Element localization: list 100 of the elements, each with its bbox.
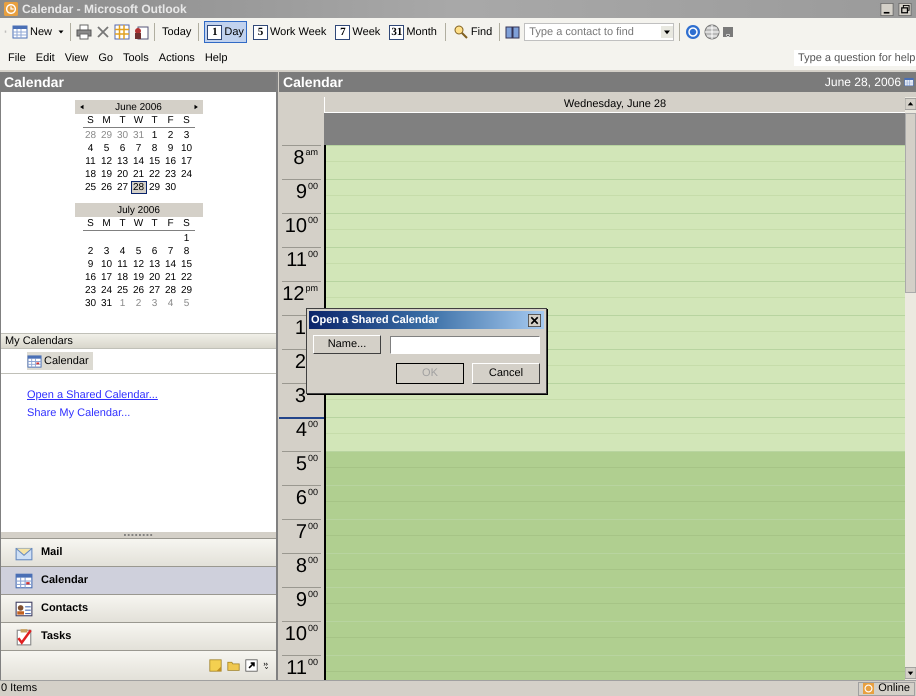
day-cell[interactable]: 13	[114, 155, 130, 168]
day-cell[interactable]: 6	[146, 245, 162, 258]
day-cell[interactable]: 27	[114, 181, 130, 194]
day-cell[interactable]: 22	[146, 168, 162, 181]
view-button[interactable]: 31 Month	[386, 21, 440, 43]
nav-button[interactable]: Calendar	[1, 566, 276, 594]
menu-item[interactable]: Actions	[158, 50, 195, 66]
day-cell[interactable]: 5	[98, 142, 114, 155]
day-cell[interactable]: 4	[114, 245, 130, 258]
day-cell[interactable]: 9	[82, 258, 98, 271]
day-cell[interactable]: 31	[130, 129, 146, 142]
scroll-thumb[interactable]	[905, 113, 916, 293]
address-card-icon[interactable]	[133, 24, 150, 40]
nav-button[interactable]: Tasks	[1, 622, 276, 650]
day-cell[interactable]: 15	[178, 258, 194, 271]
day-cell[interactable]: 17	[98, 271, 114, 284]
day-cell[interactable]: 25	[114, 284, 130, 297]
toolbar-button[interactable]: New	[10, 21, 54, 43]
close-icon[interactable]	[527, 314, 542, 326]
day-cell[interactable]: 20	[114, 168, 130, 181]
printer-icon[interactable]	[76, 24, 92, 40]
shortcut-icon[interactable]	[245, 659, 258, 672]
day-cell[interactable]: 30	[162, 181, 178, 194]
calendar-icon[interactable]	[904, 76, 914, 88]
day-cell[interactable]: 7	[162, 245, 178, 258]
day-cell[interactable]: 19	[130, 271, 146, 284]
folder-icon[interactable]	[227, 659, 240, 672]
menu-item[interactable]: Help	[204, 50, 228, 66]
day-cell[interactable]: 30	[82, 297, 98, 310]
day-cell[interactable]: 19	[98, 168, 114, 181]
day-cell[interactable]: 14	[130, 155, 146, 168]
day-cell[interactable]: 3	[98, 245, 114, 258]
day-cell[interactable]: 28	[130, 181, 146, 194]
day-cell[interactable]: 13	[146, 258, 162, 271]
day-cell[interactable]: 2	[162, 129, 178, 142]
day-cell[interactable]: 6	[114, 142, 130, 155]
name-input-field[interactable]	[390, 336, 540, 354]
day-cell[interactable]: 16	[82, 271, 98, 284]
day-cell[interactable]: 29	[146, 181, 162, 194]
previous-month-icon[interactable]	[78, 103, 84, 111]
menu-item[interactable]: Go	[98, 50, 114, 66]
day-cell[interactable]: 23	[82, 284, 98, 297]
day-cell[interactable]: 9	[162, 142, 178, 155]
view-button[interactable]: 7 Week	[332, 21, 384, 43]
scroll-down-icon[interactable]	[905, 666, 916, 680]
day-cell[interactable]: 5	[130, 245, 146, 258]
scroll-up-icon[interactable]	[905, 97, 916, 111]
day-cell[interactable]: 31	[98, 297, 114, 310]
globe-icon[interactable]	[704, 24, 720, 40]
day-cell[interactable]: 11	[82, 155, 98, 168]
day-cell[interactable]: 4	[82, 142, 98, 155]
name-button[interactable]: Name...	[313, 335, 381, 354]
restore-icon[interactable]	[898, 2, 912, 16]
day-cell[interactable]: 16	[162, 155, 178, 168]
day-cell[interactable]: 18	[114, 271, 130, 284]
day-cell[interactable]: 1	[178, 232, 194, 245]
nav-button[interactable]: Mail	[1, 538, 276, 566]
day-cell[interactable]: 10	[178, 142, 194, 155]
day-cell[interactable]: 21	[162, 271, 178, 284]
time-slot[interactable]	[326, 281, 905, 315]
day-cell[interactable]: 7	[130, 142, 146, 155]
day-cell[interactable]: 15	[146, 155, 162, 168]
view-button[interactable]: 5 Work Week	[250, 21, 330, 43]
day-cell[interactable]: 28	[162, 284, 178, 297]
day-cell[interactable]: 8	[178, 245, 194, 258]
toolbar-button[interactable]: Find	[450, 21, 494, 43]
minimize-icon[interactable]	[880, 2, 894, 16]
link[interactable]: Share My Calendar...	[27, 404, 130, 421]
calendar-list-item[interactable]: Calendar	[27, 352, 93, 370]
address-book-icon[interactable]	[505, 24, 522, 40]
grid-icon[interactable]	[114, 24, 130, 40]
day-cell[interactable]: 14	[162, 258, 178, 271]
day-cell[interactable]: 29	[178, 284, 194, 297]
dropdown-arrow-icon[interactable]	[57, 28, 66, 36]
menu-item[interactable]: File	[8, 50, 26, 66]
contact-search-field[interactable]: Type a contact to find	[524, 23, 674, 41]
day-cell[interactable]: 24	[178, 168, 194, 181]
delete-icon[interactable]	[95, 24, 112, 40]
day-cell[interactable]: 12	[130, 258, 146, 271]
day-cell[interactable]: 12	[98, 155, 114, 168]
day-cell[interactable]: 26	[98, 181, 114, 194]
toolbar-button[interactable]: Today	[160, 21, 194, 43]
day-cell[interactable]: 17	[178, 155, 194, 168]
day-cell[interactable]: 8	[146, 142, 162, 155]
day-cell[interactable]: 29	[98, 129, 114, 142]
menu-item[interactable]: Tools	[123, 50, 149, 66]
help-icon[interactable]	[685, 24, 702, 40]
next-month-icon[interactable]	[192, 103, 198, 111]
day-cell[interactable]: 24	[98, 284, 114, 297]
dialog-button[interactable]: Cancel	[472, 363, 540, 384]
day-cell[interactable]: 23	[162, 168, 178, 181]
day-cell[interactable]: 10	[98, 258, 114, 271]
scrollbar[interactable]	[905, 97, 916, 680]
day-cell[interactable]: 21	[130, 168, 146, 181]
nav-button[interactable]: Contacts	[1, 594, 276, 622]
day-cell[interactable]: 1	[146, 129, 162, 142]
help-search-field[interactable]: Type a question for help	[794, 50, 916, 66]
day-cell[interactable]: 27	[146, 284, 162, 297]
day-cell[interactable]: 20	[146, 271, 162, 284]
day-cell[interactable]: 3	[178, 129, 194, 142]
